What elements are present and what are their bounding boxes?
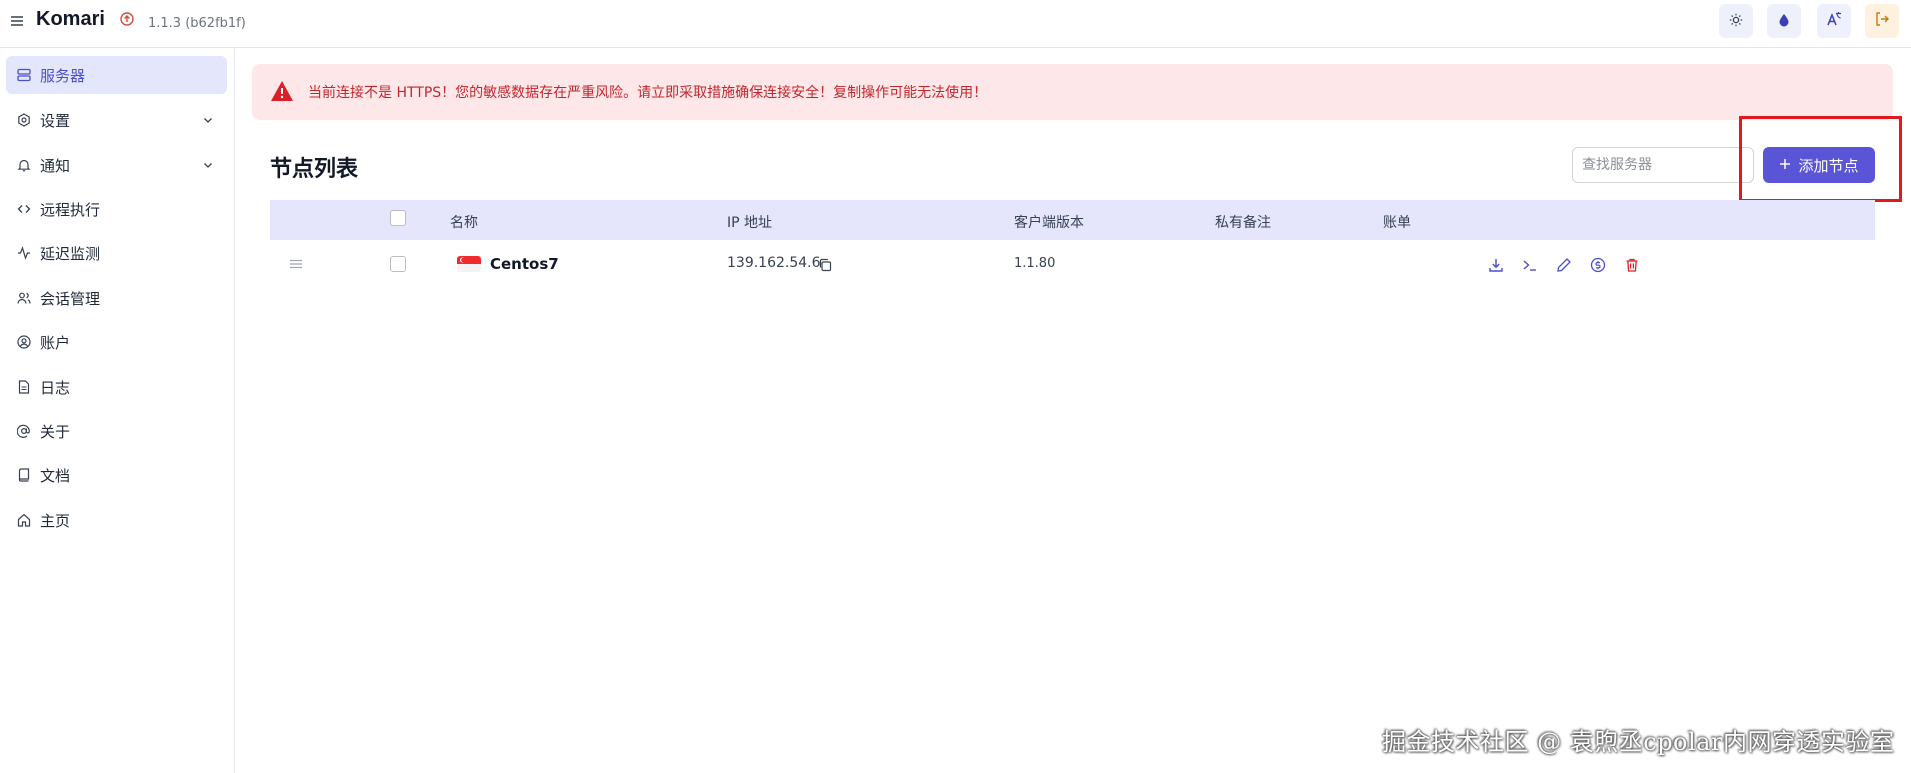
- terminal-icon[interactable]: [1520, 255, 1540, 275]
- logout-button[interactable]: [1865, 4, 1899, 38]
- plus-icon: [1779, 156, 1791, 174]
- sidebar-item-remote-exec[interactable]: 远程执行: [6, 190, 227, 228]
- node-client-version: 1.1.80: [1014, 256, 1056, 271]
- sidebar-item-sessions[interactable]: 会话管理: [6, 279, 227, 317]
- sidebar-item-docs[interactable]: 文档: [6, 456, 227, 494]
- sidebar-item-servers[interactable]: 服务器: [6, 56, 227, 94]
- trash-icon[interactable]: [1622, 255, 1642, 275]
- node-ip: 139.162.54.6: [727, 255, 821, 271]
- color-theme-button[interactable]: [1767, 4, 1801, 38]
- sidebar-item-label: 设置: [40, 111, 71, 130]
- menu-icon[interactable]: [6, 10, 28, 32]
- sidebar-item-label: 远程执行: [40, 200, 101, 219]
- drag-handle-icon[interactable]: [286, 254, 306, 274]
- sidebar-item-label: 日志: [40, 378, 71, 397]
- logout-icon: [1874, 11, 1890, 31]
- language-button[interactable]: [1817, 4, 1851, 38]
- add-node-button[interactable]: 添加节点: [1763, 147, 1875, 183]
- update-icon[interactable]: [119, 11, 135, 27]
- sidebar-item-label: 账户: [40, 333, 71, 352]
- alert-message: 当前连接不是 HTTPS！您的敏感数据存在严重风险。请立即采取措施确保连接安全！…: [308, 85, 988, 101]
- sun-icon: [1729, 12, 1743, 31]
- users-icon: [16, 290, 32, 306]
- sidebar-item-notifications[interactable]: 通知: [6, 146, 227, 184]
- add-node-label: 添加节点: [1798, 156, 1859, 175]
- table-row: Centos7 139.162.54.6 1.1.80: [270, 242, 1875, 286]
- select-all-checkbox[interactable]: [390, 210, 406, 226]
- sidebar-item-label: 文档: [40, 466, 71, 485]
- sidebar-item-label: 关于: [40, 422, 71, 441]
- code-icon: [16, 201, 32, 217]
- theme-toggle-button[interactable]: [1719, 4, 1753, 38]
- droplet-icon: [1778, 12, 1790, 31]
- version-label: 1.1.3 (b62fb1f): [148, 16, 246, 31]
- download-icon[interactable]: [1486, 255, 1506, 275]
- column-header-ip: IP 地址: [727, 215, 773, 231]
- table-header: 名称 IP 地址 客户端版本 私有备注 账单: [270, 200, 1875, 240]
- sidebar-item-logs[interactable]: 日志: [6, 368, 227, 406]
- sidebar-item-about[interactable]: 关于: [6, 412, 227, 450]
- top-header: Komari 1.1.3 (b62fb1f): [0, 0, 1911, 48]
- edit-icon[interactable]: [1554, 255, 1574, 275]
- server-icon: [16, 67, 32, 83]
- sidebar-item-label: 会话管理: [40, 289, 101, 308]
- warning-icon: [270, 80, 294, 102]
- sidebar: 服务器 设置 通知 远程执行 延迟监测 会话管理 账户 日志 关于 文档 主页: [0, 48, 235, 773]
- book-icon: [16, 467, 32, 483]
- dollar-icon[interactable]: [1588, 255, 1608, 275]
- home-icon: [16, 512, 32, 528]
- https-warning-alert: 当前连接不是 HTTPS！您的敏感数据存在严重风险。请立即采取措施确保连接安全！…: [252, 64, 1893, 120]
- node-name[interactable]: Centos7: [490, 255, 559, 273]
- bell-icon: [16, 157, 32, 173]
- row-checkbox[interactable]: [390, 256, 406, 272]
- watermark-text: 掘金技术社区 @ 袁煦丞cpolar内网穿透实验室: [1382, 728, 1895, 756]
- settings-icon: [16, 112, 32, 128]
- sidebar-item-label: 延迟监测: [40, 244, 101, 263]
- column-header-name: 名称: [450, 215, 478, 231]
- chevron-down-icon: [201, 158, 215, 172]
- sidebar-item-label: 主页: [40, 511, 71, 530]
- column-header-note: 私有备注: [1215, 215, 1271, 231]
- column-header-client-version: 客户端版本: [1014, 215, 1084, 231]
- page-title: 节点列表: [270, 157, 359, 182]
- translate-icon: [1826, 11, 1842, 31]
- app-title: Komari: [36, 8, 105, 30]
- user-circle-icon: [16, 334, 32, 350]
- file-text-icon: [16, 379, 32, 395]
- singapore-flag-icon: [457, 256, 481, 272]
- search-input[interactable]: [1572, 147, 1754, 183]
- column-header-billing: 账单: [1383, 215, 1411, 231]
- at-sign-icon: [16, 423, 32, 439]
- sidebar-item-account[interactable]: 账户: [6, 323, 227, 361]
- sidebar-item-label: 服务器: [40, 66, 86, 85]
- copy-icon[interactable]: [817, 255, 833, 275]
- activity-icon: [16, 245, 32, 261]
- sidebar-item-settings[interactable]: 设置: [6, 101, 227, 139]
- sidebar-item-home[interactable]: 主页: [6, 501, 227, 539]
- sidebar-item-latency[interactable]: 延迟监测: [6, 234, 227, 272]
- sidebar-item-label: 通知: [40, 156, 71, 175]
- chevron-down-icon: [201, 113, 215, 127]
